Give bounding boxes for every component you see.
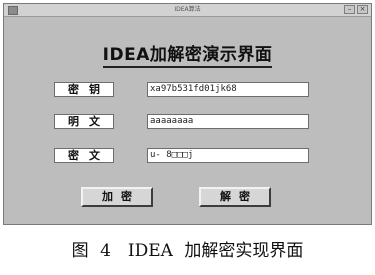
decrypt-button[interactable]: 解密 [199, 187, 271, 207]
page-title-text: IDEA加解密演示界面 [102, 45, 273, 68]
encrypt-button[interactable]: 加密 [81, 187, 153, 207]
window-title: IDEA算法 [174, 6, 201, 13]
ciphertext-label: 密文 [54, 148, 114, 163]
window-controls: – × [344, 5, 368, 14]
minimize-button[interactable]: – [344, 5, 355, 14]
key-label: 密钥 [54, 82, 114, 97]
figure-caption: 图 4 IDEA 加解密实现界面 [71, 241, 304, 261]
title-bar[interactable]: IDEA算法 – × [4, 4, 371, 17]
close-button[interactable]: × [357, 5, 368, 14]
plaintext-label: 明文 [54, 114, 114, 129]
ciphertext-output[interactable]: u- 8□□□j [147, 148, 309, 163]
plaintext-input[interactable]: aaaaaaaa [147, 114, 309, 129]
page-title: IDEA加解密演示界面 [4, 40, 371, 68]
key-input[interactable]: xa97b531fd01jk68 [147, 82, 309, 97]
app-window: IDEA算法 – × IDEA加解密演示界面 密钥 xa97b531fd01jk… [3, 3, 372, 225]
